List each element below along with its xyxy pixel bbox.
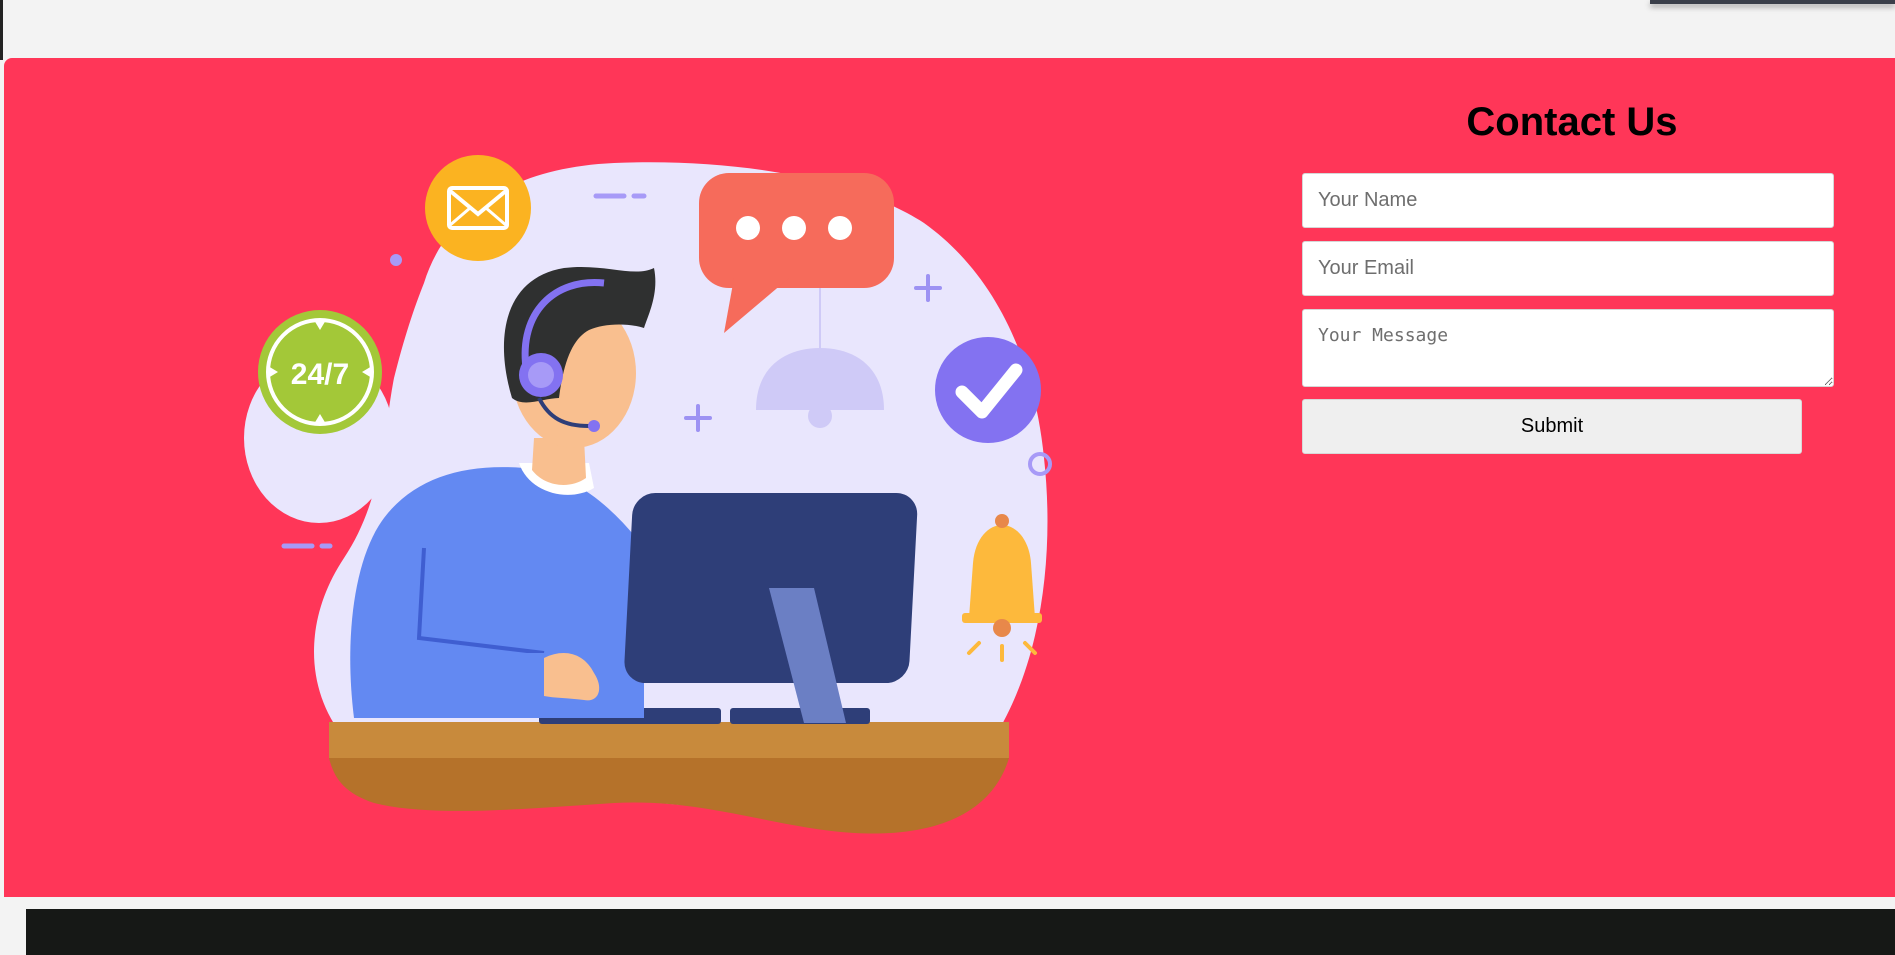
contact-title: Contact Us (1466, 100, 1678, 144)
support-agent-illustration: 24/7 (244, 155, 1052, 834)
mail-circle (425, 155, 531, 261)
bell-top (995, 514, 1009, 528)
speech-dot-3 (828, 216, 852, 240)
message-field[interactable] (1302, 309, 1834, 387)
desk-front (329, 758, 1009, 834)
badge-text: 24/7 (291, 358, 349, 391)
thumbnail-preview (1650, 0, 1895, 4)
agent-sleeve (504, 653, 544, 698)
email-field[interactable] (1302, 241, 1834, 296)
deco-dot (390, 254, 402, 266)
window-left-edge (0, 0, 3, 60)
desk-top (329, 722, 1009, 758)
check-circle (935, 337, 1041, 443)
speech-dot-2 (782, 216, 806, 240)
contact-section: 24/7 Contact Us Submit (4, 58, 1895, 955)
headset-earcup-inner (528, 362, 554, 388)
headset-mic-tip (588, 420, 600, 432)
footer-bar (26, 909, 1895, 955)
submit-button[interactable]: Submit (1302, 399, 1802, 454)
keyboard-right (730, 708, 870, 724)
lamp-bulb (808, 404, 832, 428)
speech-dot-1 (736, 216, 760, 240)
name-field[interactable] (1302, 173, 1834, 228)
bell-clapper (993, 619, 1011, 637)
